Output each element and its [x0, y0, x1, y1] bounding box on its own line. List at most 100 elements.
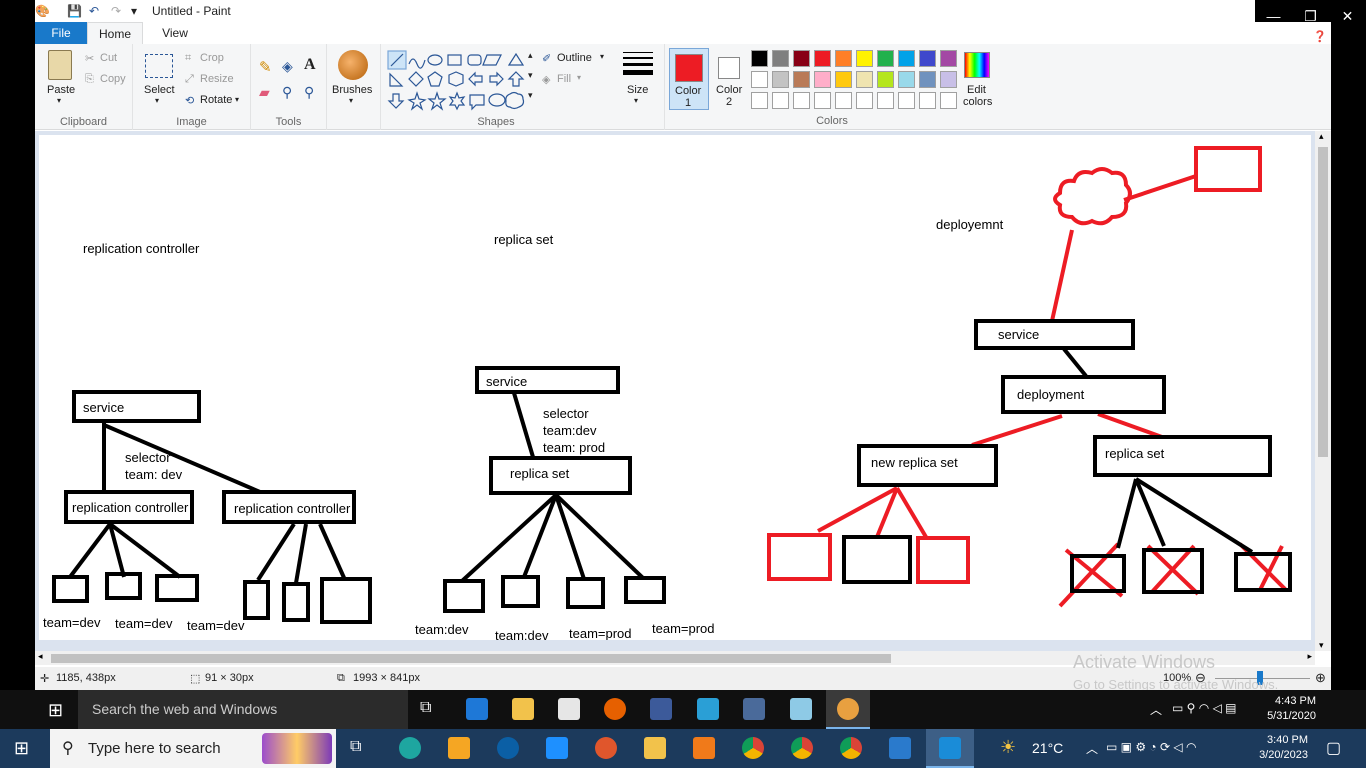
notification-icon[interactable]: ▢ [1326, 738, 1341, 758]
weather-temp[interactable]: 21°C [1032, 740, 1063, 756]
palette-swatch[interactable] [772, 50, 789, 67]
palette-swatch[interactable] [919, 71, 936, 88]
brushes-dropdown-icon[interactable]: ▾ [349, 96, 353, 105]
undo-icon[interactable]: ↶ [89, 4, 99, 18]
palette-swatch[interactable] [751, 92, 768, 109]
outer-store-icon[interactable] [448, 737, 470, 759]
eraser-icon[interactable]: ▰ [259, 84, 270, 101]
color1-selector[interactable]: Color 1 [669, 48, 709, 110]
palette-swatch[interactable] [898, 50, 915, 67]
scroll-up-icon[interactable]: ▴ [1319, 131, 1324, 142]
outer-app-icon-3[interactable] [693, 737, 715, 759]
palette-swatch[interactable] [919, 92, 936, 109]
palette-swatch[interactable] [898, 92, 915, 109]
inner-tray-icons[interactable]: ▭ ⚲ ◠ ◁ ▤ [1172, 701, 1237, 715]
color-picker-icon[interactable]: ⚲ [282, 84, 292, 101]
palette-swatch[interactable] [793, 50, 810, 67]
inner-paint-taskbar-button[interactable] [826, 690, 870, 729]
shapes-scroll-up-icon[interactable]: ▴ [528, 50, 533, 61]
outer-task-view-icon[interactable]: ⧉ [350, 738, 361, 756]
outer-mail-icon[interactable] [546, 737, 568, 759]
palette-swatch[interactable] [772, 71, 789, 88]
paint-app-icon[interactable]: 🎨 [35, 4, 50, 18]
palette-swatch[interactable] [814, 50, 831, 67]
outer-start-icon[interactable]: ⊞ [14, 738, 29, 759]
inner-app-icon[interactable] [697, 698, 719, 720]
palette-swatch[interactable] [856, 71, 873, 88]
inner-explorer-icon[interactable] [512, 698, 534, 720]
customize-toolbar-icon[interactable]: ▾ [131, 4, 137, 18]
rotate-dropdown-icon[interactable]: ▾ [235, 95, 239, 104]
scroll-right-icon[interactable]: ▸ [1307, 651, 1312, 662]
outer-vscode-icon[interactable] [889, 737, 911, 759]
horizontal-scroll-thumb[interactable] [51, 654, 891, 663]
palette-swatch[interactable] [751, 71, 768, 88]
select-icon[interactable] [145, 54, 173, 78]
help-icon[interactable]: ❓ [1313, 30, 1327, 43]
outer-chrome-profile-icon[interactable] [791, 737, 813, 759]
outer-edge-icon[interactable] [399, 737, 421, 759]
shapes-gallery[interactable] [387, 50, 531, 114]
brushes-icon[interactable] [338, 50, 368, 80]
brushes-button[interactable]: Brushes [332, 84, 372, 96]
cut-button[interactable]: Cut [100, 52, 117, 64]
paste-icon[interactable] [48, 50, 72, 80]
text-tool-icon[interactable]: A [304, 56, 316, 74]
palette-swatch[interactable] [898, 71, 915, 88]
palette-swatch[interactable] [793, 92, 810, 109]
outer-app-icon-1[interactable] [497, 737, 519, 759]
outline-button[interactable]: Outline [557, 52, 592, 64]
edit-colors-button[interactable]: Edit colors [959, 48, 997, 114]
color2-selector[interactable]: Color 2 [711, 48, 749, 110]
weather-icon[interactable]: ☀ [1000, 737, 1016, 758]
outer-tray-icons[interactable]: ▭ ▣ ⚙ ◔ ⟳ ◁ ◠ [1106, 740, 1196, 754]
save-icon[interactable]: 💾 [67, 4, 82, 18]
inner-network-icon[interactable] [743, 698, 765, 720]
outer-chrome-icon[interactable] [742, 737, 764, 759]
inner-firefox-icon[interactable] [604, 698, 626, 720]
paste-dropdown-icon[interactable]: ▾ [57, 96, 61, 105]
palette-swatch[interactable] [814, 92, 831, 109]
rotate-button[interactable]: Rotate [200, 94, 232, 106]
palette-swatch[interactable] [940, 92, 957, 109]
palette-swatch[interactable] [751, 50, 768, 67]
tab-home[interactable]: Home [87, 22, 143, 44]
outer-explorer-icon[interactable] [644, 737, 666, 759]
inner-task-view-icon[interactable]: ⧉ [420, 699, 431, 717]
fill-button[interactable]: Fill [557, 73, 571, 85]
inner-notepad-icon[interactable] [790, 698, 812, 720]
palette-swatch[interactable] [919, 50, 936, 67]
outer-clock[interactable]: 3:40 PM 3/20/2023 [1250, 733, 1308, 763]
vertical-scrollbar[interactable]: ▴ ▾ [1315, 131, 1331, 651]
palette-swatch[interactable] [814, 71, 831, 88]
outer-tray-chevron-icon[interactable]: ︿ [1086, 740, 1098, 757]
tab-view[interactable]: View [155, 22, 195, 44]
palette-swatch[interactable] [835, 71, 852, 88]
inner-search-box[interactable]: Search the web and Windows [78, 690, 408, 729]
select-dropdown-icon[interactable]: ▾ [155, 96, 159, 105]
zoom-in-icon[interactable]: ⊕ [1315, 670, 1326, 686]
size-icon[interactable] [623, 52, 653, 75]
palette-swatch[interactable] [793, 71, 810, 88]
shapes-more-icon[interactable]: ▾ [528, 90, 533, 101]
palette-swatch[interactable] [877, 92, 894, 109]
inner-store-icon[interactable] [558, 698, 580, 720]
fill-dropdown-icon[interactable]: ▾ [577, 73, 581, 82]
palette-swatch[interactable] [877, 71, 894, 88]
close-button[interactable]: ✕ [1329, 0, 1366, 32]
palette-swatch[interactable] [835, 92, 852, 109]
select-button[interactable]: Select [144, 84, 175, 96]
outer-app-icon-2[interactable] [595, 737, 617, 759]
resize-button[interactable]: Resize [200, 73, 234, 85]
tab-file[interactable]: File [35, 22, 87, 44]
vertical-scroll-thumb[interactable] [1318, 147, 1328, 457]
inner-clock[interactable]: 4:43 PM 5/31/2020 [1250, 694, 1316, 724]
outer-active-app-button[interactable] [926, 729, 974, 768]
fill-bucket-icon[interactable]: ◈ [282, 58, 293, 75]
redo-icon[interactable]: ↷ [111, 4, 121, 18]
palette-swatch[interactable] [856, 92, 873, 109]
crop-button[interactable]: Crop [200, 52, 224, 64]
size-dropdown-icon[interactable]: ▾ [634, 96, 638, 105]
inner-recorder-icon[interactable] [650, 698, 672, 720]
outline-dropdown-icon[interactable]: ▾ [600, 52, 604, 61]
